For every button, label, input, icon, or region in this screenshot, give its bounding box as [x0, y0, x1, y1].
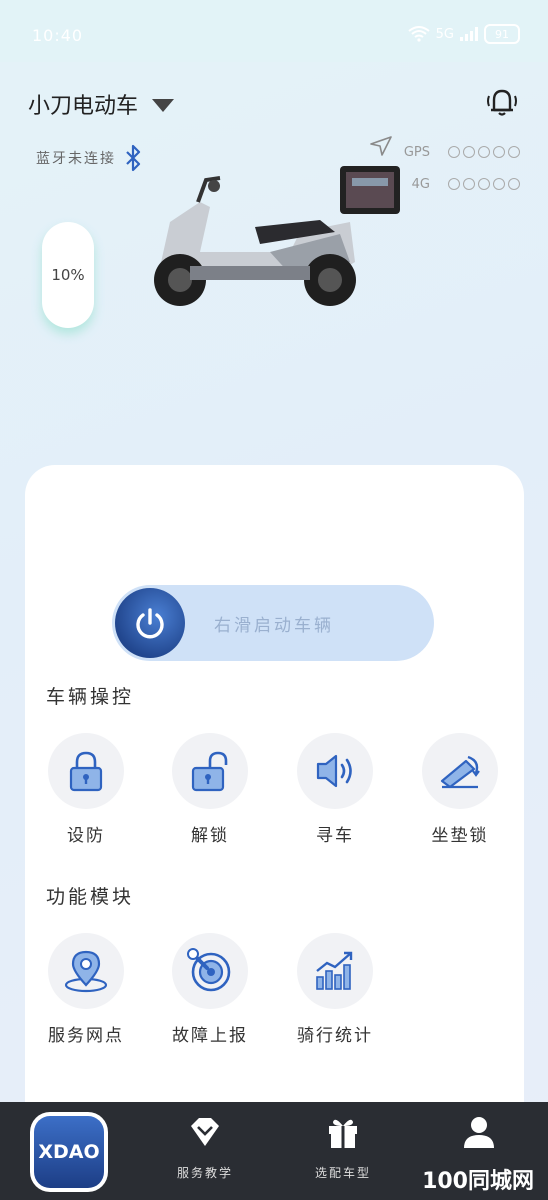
xdao-logo[interactable]: XDAO: [30, 1112, 108, 1192]
signal-dot: [448, 178, 460, 190]
signal-dot: [478, 178, 490, 190]
signal-dot: [493, 146, 505, 158]
wrench-target-icon: [187, 948, 231, 992]
signal-dots: [448, 146, 520, 158]
find-vehicle-button[interactable]: 寻车: [287, 733, 383, 846]
arm-button[interactable]: 设防: [38, 733, 134, 846]
signal-label: GPS: [403, 144, 430, 160]
slider-label: 右滑启动车辆: [214, 616, 334, 636]
tab-label: 选配车型: [314, 1166, 371, 1180]
gift-icon: [329, 1119, 357, 1148]
bluetooth-status[interactable]: 蓝牙未连接: [36, 144, 142, 172]
battery-level: 10%: [42, 222, 94, 328]
icon-circle: [422, 733, 498, 809]
icon-circle: [172, 933, 248, 1009]
bar-chart-icon: [316, 951, 353, 990]
item-label: 故障上报: [172, 1026, 248, 1046]
watermark: 100同城网: [422, 1169, 534, 1194]
location-pin-icon: [64, 950, 108, 993]
bell-icon[interactable]: [484, 86, 520, 118]
icon-circle: [297, 933, 373, 1009]
status-time: 10:40: [32, 26, 84, 45]
dropdown-triangle-icon: [152, 98, 175, 112]
item-label: 骑行统计: [297, 1026, 373, 1046]
item-label: 服务网点: [48, 1026, 124, 1046]
lock-icon: [69, 751, 103, 792]
navigation-arrow-icon: [370, 136, 392, 156]
xdao-logo-text: XDAO: [34, 1116, 104, 1188]
signal-dot: [493, 178, 505, 190]
seat-lock-button[interactable]: 坐垫锁: [412, 733, 508, 846]
power-slider-knob[interactable]: [115, 588, 185, 658]
unlock-button[interactable]: 解锁: [162, 733, 258, 846]
status-icons: 5G 91: [408, 24, 520, 44]
icon-circle: [297, 733, 373, 809]
scooter-image: [154, 166, 400, 306]
signal-dot: [508, 178, 520, 190]
vehicle-selector[interactable]: 小刀电动车: [28, 88, 175, 120]
user-icon: [464, 1117, 494, 1148]
tab-optional-models[interactable]: 选配车型: [288, 1102, 398, 1200]
item-label: 坐垫锁: [431, 826, 489, 846]
icon-circle: [48, 733, 124, 809]
signal-status: GPS 4G: [404, 136, 520, 200]
signal-dot: [508, 146, 520, 158]
diamond-icon: [191, 1118, 219, 1146]
item-label: 解锁: [191, 826, 229, 846]
signal-dots: [448, 178, 520, 190]
functions-title: 功能模块: [46, 886, 135, 908]
speaker-icon: [316, 754, 352, 788]
icon-circle: [172, 733, 248, 809]
tab-service-teaching[interactable]: 服务教学: [150, 1102, 260, 1200]
signal-row-gps: GPS: [404, 136, 520, 168]
signal-dot: [478, 146, 490, 158]
riding-stats-button[interactable]: 骑行统计: [287, 933, 383, 1046]
power-icon: [136, 608, 164, 639]
icon-circle: [48, 933, 124, 1009]
tab-label: 服务教学: [176, 1166, 233, 1180]
status-bar: 10:40 5G 91: [0, 0, 548, 62]
signal-dot: [448, 146, 460, 158]
service-outlets-button[interactable]: 服务网点: [38, 933, 134, 1046]
status-battery: 91: [484, 24, 520, 44]
network-type: 5G: [435, 26, 454, 42]
seat-lock-icon: [440, 755, 480, 789]
wifi-icon: [408, 26, 430, 42]
item-label: 设防: [67, 826, 105, 846]
unlock-icon: [191, 751, 228, 792]
cell-signal-icon: [460, 27, 478, 41]
signal-dot: [463, 178, 475, 190]
bluetooth-status-text: 蓝牙未连接: [36, 151, 116, 167]
vehicle-name: 小刀电动车: [28, 94, 139, 119]
battery-percent: 10%: [51, 266, 85, 284]
fault-report-button[interactable]: 故障上报: [162, 933, 258, 1046]
signal-dot: [463, 146, 475, 158]
signal-row-4g: 4G: [404, 168, 520, 200]
start-vehicle-slider[interactable]: 右滑启动车辆: [112, 585, 434, 661]
vehicle-control-title: 车辆操控: [46, 686, 135, 708]
item-label: 寻车: [316, 826, 354, 846]
